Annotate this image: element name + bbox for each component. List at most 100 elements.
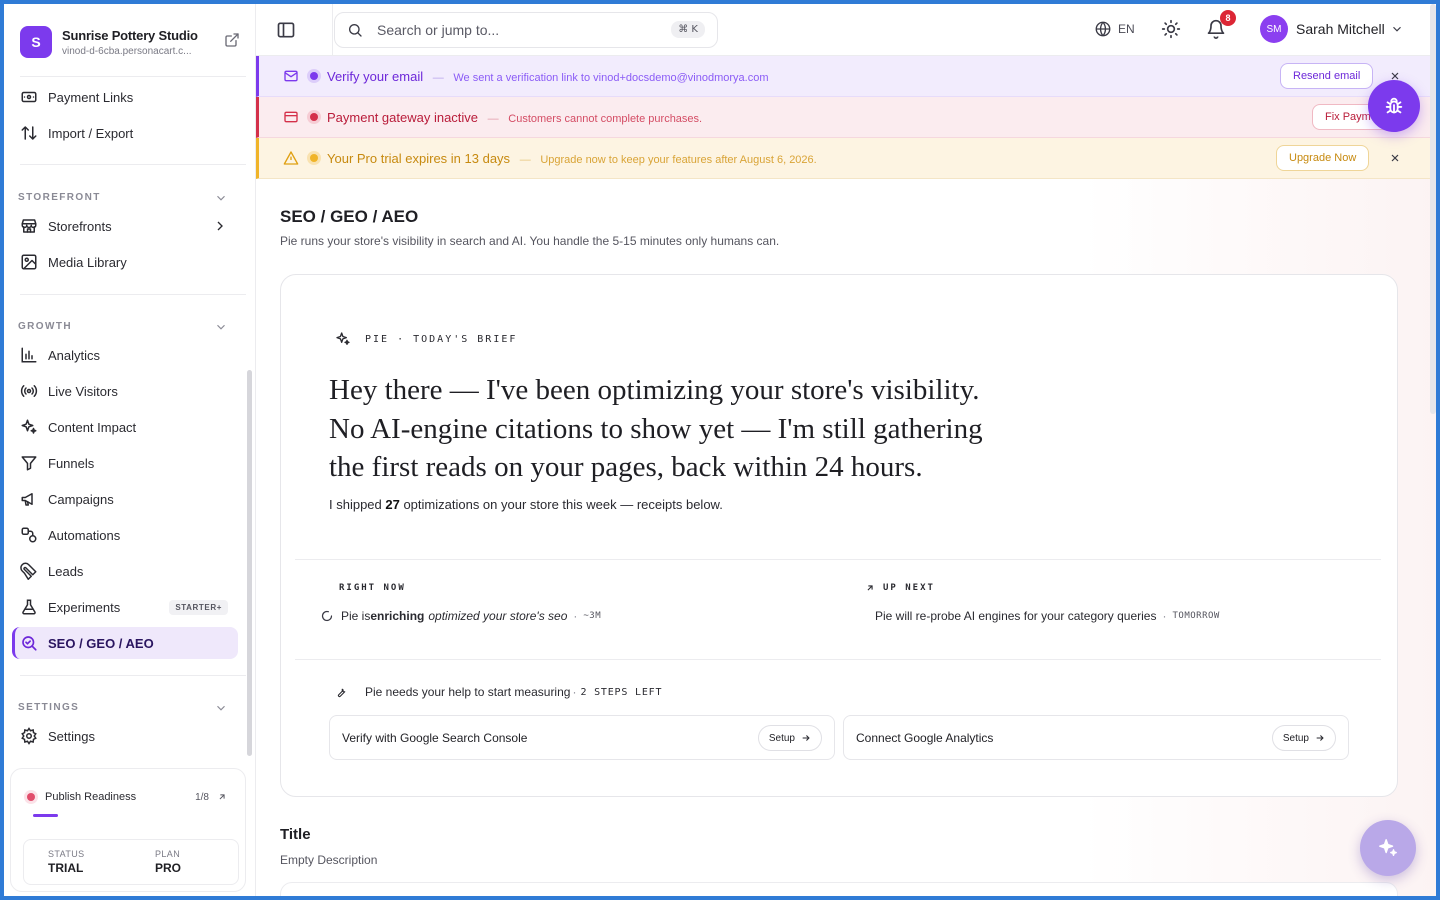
bug-report-button[interactable]: [1368, 80, 1420, 132]
sidebar-item-live-visitors[interactable]: Live Visitors: [12, 375, 238, 407]
banner-message: Upgrade now to keep your features after …: [540, 153, 817, 166]
sidebar-item-label: Campaigns: [48, 491, 114, 507]
setup-button[interactable]: Setup: [1271, 725, 1336, 751]
sidebar-item-content-impact[interactable]: Content Impact: [12, 411, 238, 443]
status-task: optimized your store's seo: [428, 609, 568, 623]
help-separator: ·: [572, 685, 577, 699]
status-dot: [310, 154, 318, 162]
search-check-icon: [22, 636, 37, 651]
payment-gateway-banner: Payment gateway inactive — Customers can…: [256, 97, 1436, 138]
section-toggle-growth[interactable]: GROWTH: [18, 321, 228, 332]
close-icon[interactable]: [1389, 152, 1401, 164]
sidebar-item-leads[interactable]: Leads: [12, 555, 238, 587]
chevron-down-icon: [217, 195, 225, 201]
sidebar: S Sunrise Pottery Studio vinod-d-6cba.pe…: [4, 4, 256, 896]
brief-headline: Hey there — I've been optimizing your st…: [329, 371, 1049, 487]
sidebar-item-settings[interactable]: Settings: [12, 720, 238, 752]
headline-line: Hey there — I've been optimizing your st…: [329, 374, 980, 406]
setup-card-label: Connect Google Analytics: [856, 730, 994, 745]
status-text: Pie will re-probe AI engines for your ca…: [875, 609, 1157, 623]
sidebar-toggle-icon[interactable]: [276, 20, 296, 40]
sidebar-item-import-export[interactable]: Import / Export: [12, 117, 238, 149]
divider: [295, 559, 1381, 560]
divider: [20, 294, 246, 295]
sidebar-item-storefronts[interactable]: Storefronts: [12, 210, 238, 242]
up-next-status: Pie will re-probe AI engines for your ca…: [875, 609, 1220, 623]
up-next-label: UP NEXT: [865, 583, 935, 593]
search-placeholder: Search or jump to...: [377, 22, 500, 38]
section-description: Empty Description: [280, 853, 378, 867]
mail-icon: [284, 70, 298, 82]
setup-button[interactable]: Setup: [757, 725, 822, 751]
page-scrollbar[interactable]: [1430, 4, 1436, 414]
banner-separator: —: [487, 112, 499, 125]
sidebar-item-experiments[interactable]: Experiments STARTER+: [12, 591, 238, 623]
sidebar-item-seo-geo-aeo[interactable]: SEO / GEO / AEO: [12, 627, 238, 659]
image-icon: [21, 254, 37, 270]
plan-badge: STARTER+: [169, 599, 228, 615]
headline-line: the first reads on your pages, back with…: [329, 451, 923, 483]
sidebar-item-label: Import / Export: [48, 125, 134, 141]
sidebar-item-label: SEO / GEO / AEO: [48, 635, 154, 651]
external-link-icon[interactable]: [224, 32, 240, 48]
arrow-up-right-icon: [867, 585, 873, 591]
sun-icon[interactable]: [1161, 19, 1181, 39]
search-input[interactable]: Search or jump to... ⌘ K: [334, 12, 718, 48]
right-now-label: RIGHT NOW: [339, 583, 406, 593]
banner-title: Payment gateway inactive: [327, 109, 479, 125]
headline-line: No AI-engine citations to show yet — I'm…: [329, 412, 983, 445]
page-subtitle: Pie runs your store's visibility in sear…: [280, 234, 780, 248]
banner-separator: —: [519, 153, 531, 166]
optimizations-count: 27: [385, 497, 400, 512]
store-switcher[interactable]: S Sunrise Pottery Studio vinod-d-6cba.pe…: [20, 18, 240, 66]
payment-link-icon: [21, 91, 37, 103]
sidebar-item-label: Payment Links: [48, 89, 134, 105]
chevron-down-icon: [217, 324, 225, 330]
section-label: GROWTH: [18, 321, 72, 332]
main-content: SEO / GEO / AEO Pie runs your store's vi…: [256, 179, 1436, 896]
divider: [20, 675, 246, 676]
language-switcher[interactable]: EN: [1094, 20, 1135, 38]
setup-card-google-analytics[interactable]: Connect Google Analytics Setup: [843, 715, 1349, 760]
section-card: [280, 882, 1398, 896]
resend-email-button[interactable]: Resend email: [1280, 63, 1374, 89]
sidebar-item-analytics[interactable]: Analytics: [12, 339, 238, 371]
section-toggle-storefront[interactable]: STOREFRONT: [18, 192, 228, 203]
setup-button-label: Setup: [768, 732, 795, 744]
sidebar-item-payment-links[interactable]: Payment Links: [12, 81, 238, 113]
optimizations-summary: I shipped 27 optimizations on your store…: [329, 497, 723, 512]
setup-card-label: Verify with Google Search Console: [342, 730, 528, 745]
banner-message: We sent a verification link to vinod+doc…: [453, 71, 769, 84]
gear-icon: [21, 727, 37, 745]
sidebar-item-automations[interactable]: Automations: [12, 519, 238, 551]
status-separator: ·: [1162, 609, 1167, 623]
chevron-down-icon: [217, 705, 225, 711]
avatar[interactable]: SM: [1260, 15, 1288, 43]
user-name[interactable]: Sarah Mitchell: [1296, 21, 1385, 37]
status-text: Pie is: [341, 609, 371, 623]
sidebar-scrollbar[interactable]: [247, 370, 252, 756]
section-toggle-settings[interactable]: SETTINGS: [18, 702, 228, 713]
setup-card-search-console[interactable]: Verify with Google Search Console Setup: [329, 715, 835, 760]
sidebar-item-funnels[interactable]: Funnels: [12, 447, 238, 479]
store-url: vinod-d-6cba.personacart.c...: [62, 45, 192, 57]
sidebar-item-label: Settings: [48, 728, 95, 744]
sidebar-item-label: Analytics: [48, 347, 101, 363]
sidebar-item-label: Experiments: [48, 599, 121, 615]
status-dot: [310, 113, 318, 121]
sparkles-icon: [21, 419, 37, 434]
brief-kicker: PIE · TODAY'S BRIEF: [335, 331, 517, 347]
automation-icon: [21, 527, 37, 543]
arrow-right-icon: [802, 735, 810, 741]
publish-readiness-card[interactable]: Publish Readiness 1/8 STATUS TRIAL PLAN …: [10, 768, 246, 892]
search-icon: [349, 24, 362, 37]
ai-assistant-button[interactable]: [1360, 820, 1416, 876]
chevron-down-icon[interactable]: [1390, 22, 1404, 36]
sidebar-item-media-library[interactable]: Media Library: [12, 246, 238, 278]
loading-spinner-icon: [321, 610, 333, 622]
warning-icon: [283, 151, 299, 165]
section-title: Title: [280, 826, 311, 843]
sidebar-item-campaigns[interactable]: Campaigns: [12, 483, 238, 515]
upgrade-now-button[interactable]: Upgrade Now: [1276, 145, 1370, 171]
status-dot: [27, 793, 35, 801]
